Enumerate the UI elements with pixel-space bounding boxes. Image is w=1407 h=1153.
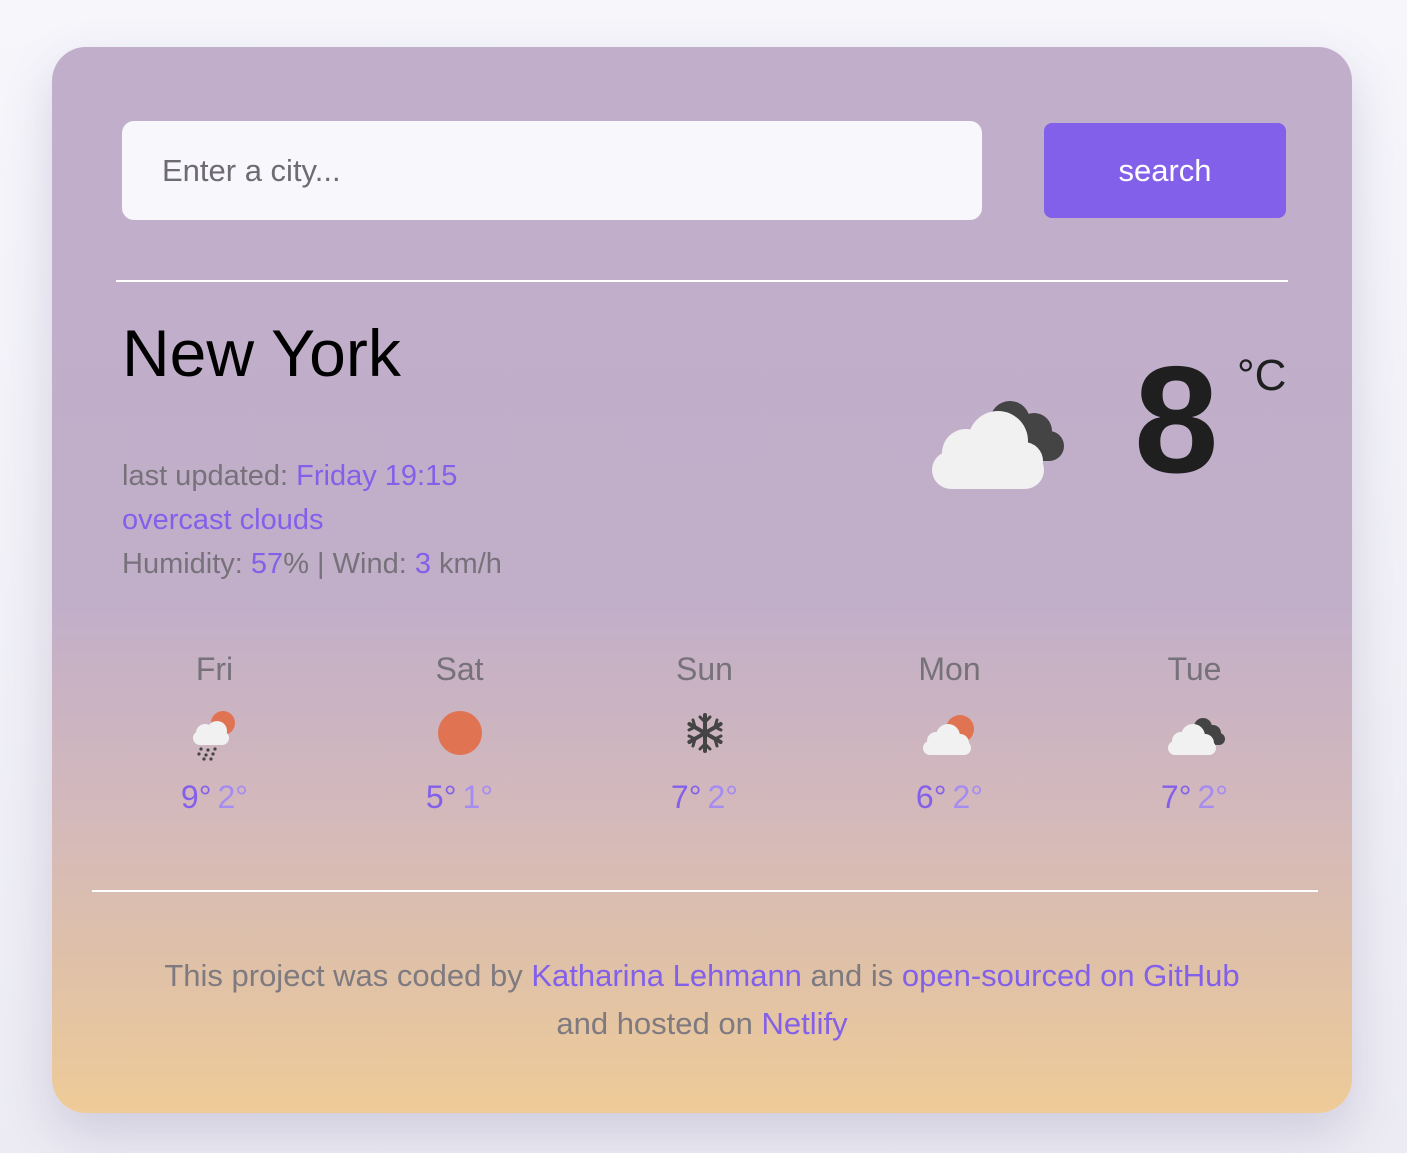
- broken-clouds-icon: [932, 401, 1064, 489]
- last-updated: last updated: Friday 19:15: [122, 460, 457, 493]
- dark-clouds-icon: [1167, 718, 1225, 755]
- snowflake-icon: [686, 713, 723, 753]
- forecast-temps: 6° 2°: [827, 779, 1072, 816]
- last-updated-value: Friday 19:15: [296, 460, 458, 492]
- forecast-max: 6°: [915, 779, 947, 815]
- forecast-day-name: Tue: [1167, 651, 1222, 687]
- forecast-temps: 9° 2°: [92, 779, 337, 816]
- city-name: New York: [122, 316, 401, 390]
- forecast-day: Fri 9° 2°: [92, 647, 337, 816]
- divider: [116, 280, 1288, 282]
- search-button[interactable]: search: [1044, 123, 1286, 218]
- last-updated-label: last updated:: [122, 460, 289, 492]
- forecast-day: Sun 7° 2°: [582, 647, 827, 816]
- rain-sun-icon: [192, 711, 235, 761]
- separator: |: [308, 548, 333, 580]
- forecast-day: Tue 7° 2°: [1072, 647, 1317, 816]
- forecast-day: Sat 5° 1°: [337, 647, 582, 816]
- forecast-temps: 7° 2°: [582, 779, 827, 816]
- forecast-day: Mon 6° 2°: [827, 647, 1072, 816]
- wind-value: 3: [414, 548, 431, 580]
- weather-card: search New York last updated: Friday 19:…: [52, 47, 1352, 1113]
- footer-text: and is: [801, 958, 902, 993]
- forecast-max: 7°: [1160, 779, 1192, 815]
- humidity-label: Humidity:: [122, 548, 243, 580]
- humidity-unit: %: [283, 548, 309, 580]
- current-temperature: 8: [1134, 335, 1219, 505]
- forecast-min: 2°: [217, 779, 249, 815]
- forecast-day-name: Sun: [676, 651, 733, 687]
- footer: This project was coded by Katharina Lehm…: [52, 952, 1352, 1048]
- forecast-temps: 5° 1°: [337, 779, 582, 816]
- wind-label: Wind:: [332, 548, 407, 580]
- forecast-min: 2°: [1197, 779, 1229, 815]
- city-search-input[interactable]: [122, 121, 982, 220]
- forecast-day-name: Sat: [435, 651, 484, 687]
- footer-text: and hosted on: [556, 1006, 762, 1041]
- author-link[interactable]: Katharina Lehmann: [531, 958, 802, 993]
- humidity-value: 57: [250, 548, 284, 580]
- forecast-day-name: Mon: [918, 651, 981, 687]
- forecast-min: 1°: [462, 779, 494, 815]
- temperature-unit[interactable]: °C: [1237, 351, 1286, 401]
- cloud-sun-icon: [922, 715, 974, 755]
- forecast-min: 2°: [707, 779, 739, 815]
- weather-description: overcast clouds: [122, 504, 324, 536]
- wind-unit: km/h: [439, 548, 502, 580]
- forecast-day-name: Fri: [195, 651, 234, 687]
- forecast-max: 9°: [180, 779, 212, 815]
- forecast-max: 5°: [425, 779, 457, 815]
- netlify-link[interactable]: Netlify: [761, 1006, 847, 1041]
- humidity-wind: Humidity: 57% | Wind: 3 km/h: [122, 548, 502, 581]
- divider: [92, 890, 1318, 892]
- sun-icon: [437, 711, 482, 755]
- forecast-temps: 7° 2°: [1072, 779, 1317, 816]
- github-link[interactable]: open-sourced on GitHub: [902, 958, 1240, 993]
- forecast-min: 2°: [952, 779, 984, 815]
- footer-text: This project was coded by: [164, 958, 532, 993]
- forecast: Fri 9° 2° Sat 5° 1° Sun 7° 2° Mon 6° 2° …: [92, 647, 1317, 847]
- forecast-max: 7°: [670, 779, 702, 815]
